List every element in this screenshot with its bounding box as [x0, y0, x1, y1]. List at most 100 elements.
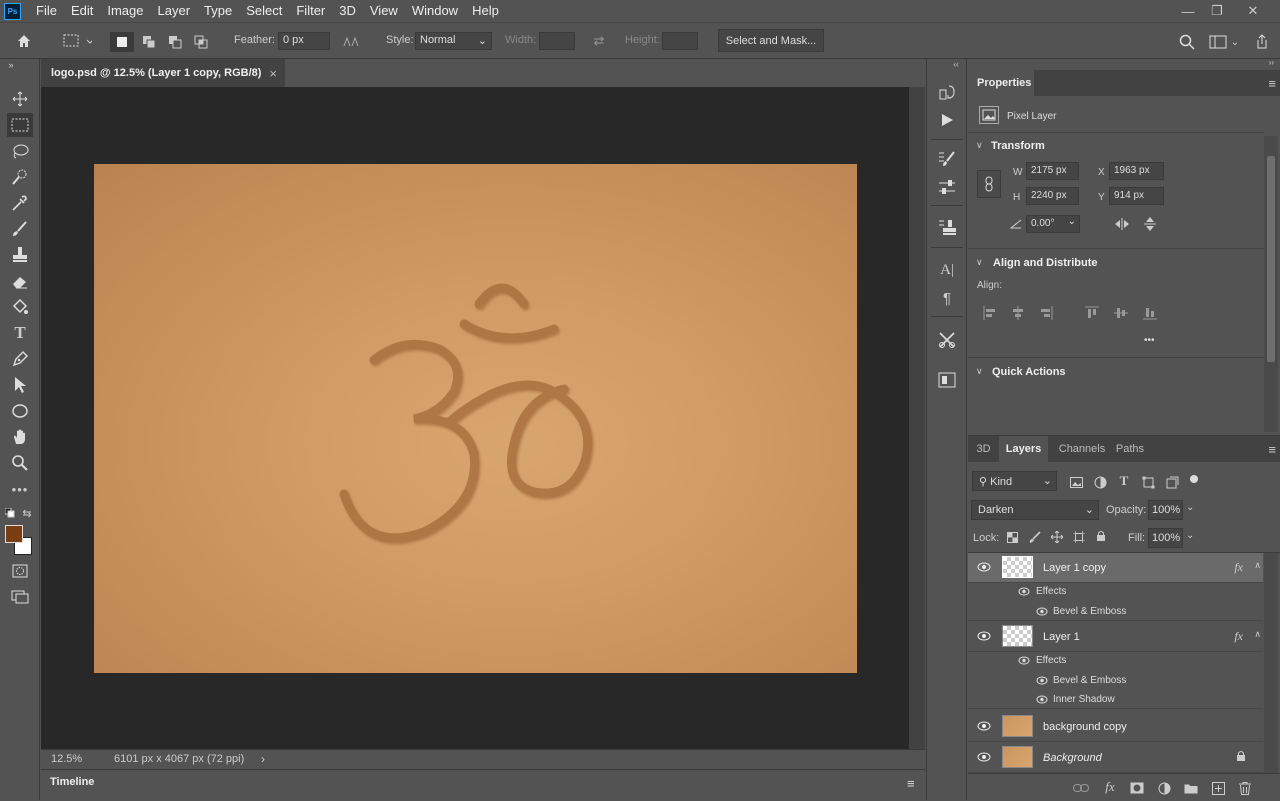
- tab-layers[interactable]: Layers: [999, 436, 1048, 462]
- path-selection-tool-icon[interactable]: [7, 373, 33, 397]
- actions-play-icon[interactable]: [935, 109, 959, 131]
- select-and-mask-button[interactable]: Select and Mask...: [718, 29, 824, 52]
- tab-channels[interactable]: Channels: [1050, 436, 1114, 462]
- link-icon[interactable]: [977, 170, 1001, 198]
- fx-icon[interactable]: fx: [1234, 629, 1243, 644]
- effects-row[interactable]: Effects: [968, 652, 1263, 671]
- quick-mask-icon[interactable]: [7, 559, 33, 583]
- style-select[interactable]: Normal ⌄: [415, 32, 492, 50]
- menu-window[interactable]: Window: [405, 0, 465, 22]
- eyedropper-tool-icon[interactable]: [7, 191, 33, 215]
- add-to-selection-icon[interactable]: [138, 32, 160, 52]
- collapse-arrows-icon[interactable]: »: [4, 59, 18, 71]
- quick-actions-title[interactable]: Quick Actions: [992, 366, 1066, 378]
- history-icon[interactable]: [935, 81, 959, 103]
- new-layer-icon[interactable]: [1209, 780, 1227, 796]
- document-tab[interactable]: logo.psd @ 12.5% (Layer 1 copy, RGB/8) ×: [41, 59, 285, 87]
- chevron-down-icon[interactable]: ⌄: [1229, 32, 1241, 52]
- add-mask-icon[interactable]: [1128, 780, 1146, 796]
- vertical-scrollbar[interactable]: [909, 87, 925, 749]
- width-input[interactable]: [539, 32, 575, 50]
- menu-edit[interactable]: Edit: [64, 0, 100, 22]
- share-icon[interactable]: [1252, 32, 1272, 52]
- libraries-icon[interactable]: [935, 369, 959, 391]
- restore-button[interactable]: ❐: [1202, 0, 1232, 22]
- workspace-icon[interactable]: [1207, 32, 1229, 52]
- pen-tool-icon[interactable]: [7, 347, 33, 371]
- chevron-down-icon[interactable]: ⌄: [1186, 502, 1194, 513]
- sand-image[interactable]: [94, 164, 857, 673]
- quick-selection-tool-icon[interactable]: [7, 165, 33, 189]
- align-top-icon[interactable]: [1084, 305, 1100, 321]
- new-selection-icon[interactable]: [110, 32, 134, 52]
- lock-image-pixels-icon[interactable]: [1028, 530, 1042, 544]
- align-right-icon[interactable]: [1038, 305, 1054, 321]
- type-tool-icon[interactable]: T: [7, 321, 33, 345]
- x-field[interactable]: 1963 px: [1109, 162, 1164, 180]
- adjustments-icon[interactable]: [935, 176, 959, 198]
- chevron-down-icon[interactable]: ∨: [976, 366, 983, 377]
- zoom-tool-icon[interactable]: [7, 451, 33, 475]
- default-colors-icon[interactable]: [4, 507, 16, 519]
- marquee-preset-icon[interactable]: [58, 31, 94, 51]
- layer-row[interactable]: background copy: [968, 711, 1263, 742]
- fx-icon[interactable]: fx: [1234, 560, 1243, 575]
- expand-right-icon[interactable]: ››: [1269, 58, 1274, 67]
- swap-colors-icon[interactable]: ⇆: [21, 507, 33, 520]
- chevron-up-icon[interactable]: ∧: [1254, 629, 1261, 640]
- chevron-down-icon[interactable]: ∨: [976, 257, 983, 268]
- filter-toggle-icon[interactable]: [1190, 475, 1198, 483]
- lock-all-icon[interactable]: [1094, 529, 1108, 543]
- align-distribute-title[interactable]: Align and Distribute: [993, 257, 1098, 269]
- feather-input[interactable]: 0 px: [278, 32, 330, 50]
- menu-select[interactable]: Select: [239, 0, 289, 22]
- align-left-icon[interactable]: [982, 305, 998, 321]
- screen-mode-icon[interactable]: [7, 585, 33, 609]
- lock-position-icon[interactable]: [1050, 530, 1064, 544]
- menu-help[interactable]: Help: [465, 0, 506, 22]
- angle-field[interactable]: 0.00° ⌄: [1026, 215, 1080, 233]
- layer-name[interactable]: background copy: [1043, 721, 1127, 733]
- brush-tool-icon[interactable]: [7, 217, 33, 241]
- visibility-eye-icon[interactable]: [1036, 695, 1048, 707]
- delete-layer-icon[interactable]: [1236, 780, 1254, 796]
- lasso-tool-icon[interactable]: [7, 139, 33, 163]
- close-window-button[interactable]: ✕: [1238, 0, 1268, 22]
- add-layer-style-icon[interactable]: fx: [1101, 778, 1119, 796]
- layer-name[interactable]: Background: [1043, 752, 1102, 764]
- filter-type-icon[interactable]: T: [1116, 473, 1132, 489]
- filter-shape-icon[interactable]: [1140, 474, 1156, 490]
- menu-type[interactable]: Type: [197, 0, 239, 22]
- filter-adjustment-icon[interactable]: [1092, 474, 1108, 490]
- visibility-eye-icon[interactable]: [977, 721, 991, 733]
- align-horizontal-center-icon[interactable]: [1010, 305, 1026, 321]
- chevron-down-icon[interactable]: ∨: [976, 140, 983, 151]
- chevron-up-icon[interactable]: ∧: [1254, 560, 1261, 571]
- close-tab-icon[interactable]: ×: [269, 66, 277, 81]
- visibility-eye-icon[interactable]: [1018, 656, 1030, 668]
- effects-row[interactable]: Effects: [968, 583, 1263, 602]
- align-bottom-icon[interactable]: [1142, 305, 1158, 321]
- anti-alias-icon[interactable]: [342, 32, 362, 50]
- layer-name[interactable]: Layer 1 copy: [1043, 562, 1106, 574]
- new-group-icon[interactable]: [1182, 780, 1200, 796]
- home-icon[interactable]: [14, 31, 34, 51]
- status-menu-arrow-icon[interactable]: ›: [261, 752, 265, 766]
- brush-settings-icon[interactable]: [935, 148, 959, 170]
- move-tool-icon[interactable]: [7, 87, 33, 111]
- tab-paths[interactable]: Paths: [1114, 436, 1146, 462]
- paint-bucket-tool-icon[interactable]: [7, 295, 33, 319]
- subtract-selection-icon[interactable]: [164, 32, 186, 52]
- swap-dimensions-icon[interactable]: ⇄: [590, 32, 608, 50]
- hand-tool-icon[interactable]: [7, 425, 33, 449]
- layer-row[interactable]: Layer 1 fx ∧: [968, 622, 1263, 652]
- visibility-eye-icon[interactable]: [977, 562, 991, 574]
- tab-3d[interactable]: 3D: [968, 436, 999, 462]
- intersect-selection-icon[interactable]: [190, 32, 212, 52]
- clone-stamp-tool-icon[interactable]: [7, 243, 33, 267]
- menu-filter[interactable]: Filter: [289, 0, 332, 22]
- height-input[interactable]: [662, 32, 698, 50]
- visibility-eye-icon[interactable]: [1036, 676, 1048, 688]
- paragraph-icon[interactable]: ¶: [935, 287, 959, 309]
- effect-row[interactable]: Bevel & Emboss: [968, 602, 1263, 621]
